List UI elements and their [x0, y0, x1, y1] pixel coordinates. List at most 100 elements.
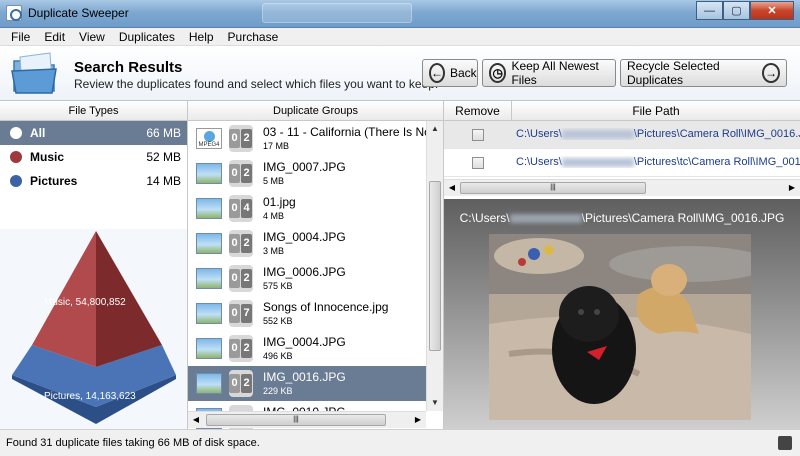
file-type-pyramid-chart: Music, 54,800,852 Pictures, 14,163,623 [0, 229, 187, 429]
redacted-username [561, 157, 634, 167]
menu-duplicates[interactable]: Duplicates [112, 30, 182, 44]
file-type-music[interactable]: Music 52 MB [0, 145, 187, 169]
preview-photo [489, 234, 751, 420]
file-path[interactable]: C:\Users\ \Pictures\Camera Roll\IMG_0016.… [516, 128, 800, 140]
dup-count: 2 [241, 129, 252, 148]
scroll-right-icon[interactable]: ▶ [784, 180, 800, 196]
group-row-selected[interactable]: 02 IMG_0016.JPG 229 KB [188, 366, 426, 401]
image-file-icon [196, 268, 222, 289]
arrow-right-icon: → [762, 63, 780, 83]
group-row[interactable]: 07 Songs of Innocence.jpg 552 KB [188, 296, 426, 331]
image-file-icon [196, 198, 222, 219]
app-icon [6, 5, 22, 21]
path-suffix: \Pictures\tc\Camera Roll\IMG_0016.JPG [633, 156, 800, 168]
remove-checkbox[interactable] [472, 129, 484, 141]
file-path[interactable]: C:\Users\ \Pictures\tc\Camera Roll\IMG_00… [516, 156, 800, 168]
group-row[interactable]: MPEG4 02 03 - 11 - California (There Is … [188, 121, 426, 156]
duplicate-groups-panel: MPEG4 02 03 - 11 - California (There Is … [188, 121, 444, 429]
file-type-all[interactable]: All 66 MB [0, 121, 187, 145]
preview-caption: C:\Users\ \Pictures\Camera Roll\IMG_0016.… [459, 211, 785, 225]
menu-view[interactable]: View [72, 30, 112, 44]
file-type-size: 14 MB [146, 174, 181, 188]
minimize-button[interactable]: — [696, 1, 723, 20]
results-header: Search Results Review the duplicates fou… [0, 46, 800, 101]
clock-icon: ◷ [489, 63, 507, 83]
image-file-icon [196, 303, 222, 324]
kept-count: 0 [229, 199, 240, 218]
group-row[interactable]: 02 IMG_0004.JPG 496 KB [188, 331, 426, 366]
file-type-size: 52 MB [146, 150, 181, 164]
dup-count: 7 [241, 304, 252, 323]
group-name: IMG_0006.JPG [263, 265, 346, 279]
image-preview-panel: C:\Users\ \Pictures\Camera Roll\IMG_0016.… [444, 199, 800, 429]
file-type-pictures[interactable]: Pictures 14 MB [0, 169, 187, 193]
remove-column-header[interactable]: Remove [444, 101, 512, 121]
group-name: 01.jpg [263, 195, 296, 209]
group-name: 03 - 11 - California (There Is No End to… [263, 125, 426, 139]
scroll-left-icon[interactable]: ◀ [188, 412, 204, 428]
group-row[interactable]: 02 IMG_0006.JPG 575 KB [188, 261, 426, 296]
scroll-thumb[interactable] [429, 181, 441, 351]
scroll-left-icon[interactable]: ◀ [444, 180, 460, 196]
dup-count-badge: 04 [229, 195, 253, 222]
all-dot-icon [10, 127, 22, 139]
close-button[interactable]: ✕ [750, 1, 794, 20]
kept-count: 0 [229, 374, 240, 393]
page-subtitle: Review the duplicates found and select w… [74, 77, 439, 91]
dup-count-badge: 07 [229, 300, 253, 327]
keep-all-newest-label: Keep All Newest Files [511, 59, 599, 87]
folder-icon [11, 52, 57, 94]
group-name: IMG_0007.JPG [263, 160, 346, 174]
window-title: Duplicate Sweeper [28, 6, 129, 20]
dup-count: 2 [241, 234, 252, 253]
recycle-selected-label: Recycle Selected Duplicates [627, 59, 720, 87]
file-row[interactable]: C:\Users\ \Pictures\tc\Camera Roll\IMG_00… [444, 149, 800, 177]
kept-count: 0 [229, 304, 240, 323]
group-size: 5 MB [263, 176, 285, 186]
back-label: Back [450, 66, 477, 80]
scroll-thumb[interactable]: ||| [460, 182, 646, 194]
dup-count-badge: 02 [229, 125, 253, 152]
group-size: 496 KB [263, 351, 293, 361]
dup-count: 4 [241, 199, 252, 218]
file-path-column-header[interactable]: File Path [512, 101, 800, 121]
maximize-button[interactable]: ▢ [723, 1, 750, 20]
menu-purchase[interactable]: Purchase [221, 30, 286, 44]
group-name: IMG_0016.JPG [263, 370, 346, 384]
group-row[interactable]: 02 IMG_0004.JPG 3 MB [188, 226, 426, 261]
scroll-up-icon[interactable]: ▲ [427, 121, 443, 137]
menu-help[interactable]: Help [182, 30, 221, 44]
groups-vertical-scrollbar[interactable]: ▲ ▼ [426, 121, 443, 411]
group-size: 4 MB [263, 211, 285, 221]
dup-count-badge: 02 [229, 160, 253, 187]
menu-file[interactable]: File [4, 30, 37, 44]
mpeg-file-icon: MPEG4 [196, 128, 222, 149]
path-prefix: C:\Users\ [516, 156, 562, 168]
menu-bar: File Edit View Duplicates Help Purchase [0, 28, 800, 46]
scroll-right-icon[interactable]: ▶ [410, 412, 426, 428]
image-file-icon [196, 163, 222, 184]
file-type-label: Music [30, 150, 65, 164]
group-row[interactable]: 04 01.jpg 4 MB [188, 191, 426, 226]
status-bar: Found 31 duplicate files taking 66 MB of… [0, 429, 800, 456]
scroll-thumb[interactable]: ||| [206, 414, 386, 426]
remove-checkbox[interactable] [472, 157, 484, 169]
groups-horizontal-scrollbar[interactable]: ◀ ||| ▶ [188, 411, 426, 428]
image-file-icon [196, 233, 222, 254]
scroll-down-icon[interactable]: ▼ [427, 395, 443, 411]
group-row[interactable]: 02 IMG_0007.JPG 5 MB [188, 156, 426, 191]
keep-all-newest-button[interactable]: ◷ Keep All Newest Files [482, 59, 616, 87]
file-row[interactable]: C:\Users\ \Pictures\Camera Roll\IMG_0016.… [444, 121, 800, 149]
resize-grip-icon[interactable] [778, 436, 792, 450]
pictures-chart-label: Pictures, 14,163,623 [44, 391, 136, 402]
files-horizontal-scrollbar[interactable]: ◀ ||| ▶ [444, 179, 800, 196]
dup-count: 2 [241, 339, 252, 358]
pictures-dot-icon [10, 175, 22, 187]
path-suffix: \Pictures\Camera Roll\IMG_0016.JPG [633, 128, 800, 140]
recycle-selected-button[interactable]: Recycle Selected Duplicates → [620, 59, 787, 87]
file-type-size: 66 MB [146, 126, 181, 140]
back-button[interactable]: ← Back [422, 59, 478, 87]
kept-count: 0 [229, 339, 240, 358]
menu-edit[interactable]: Edit [37, 30, 72, 44]
group-size: 229 KB [263, 386, 293, 396]
